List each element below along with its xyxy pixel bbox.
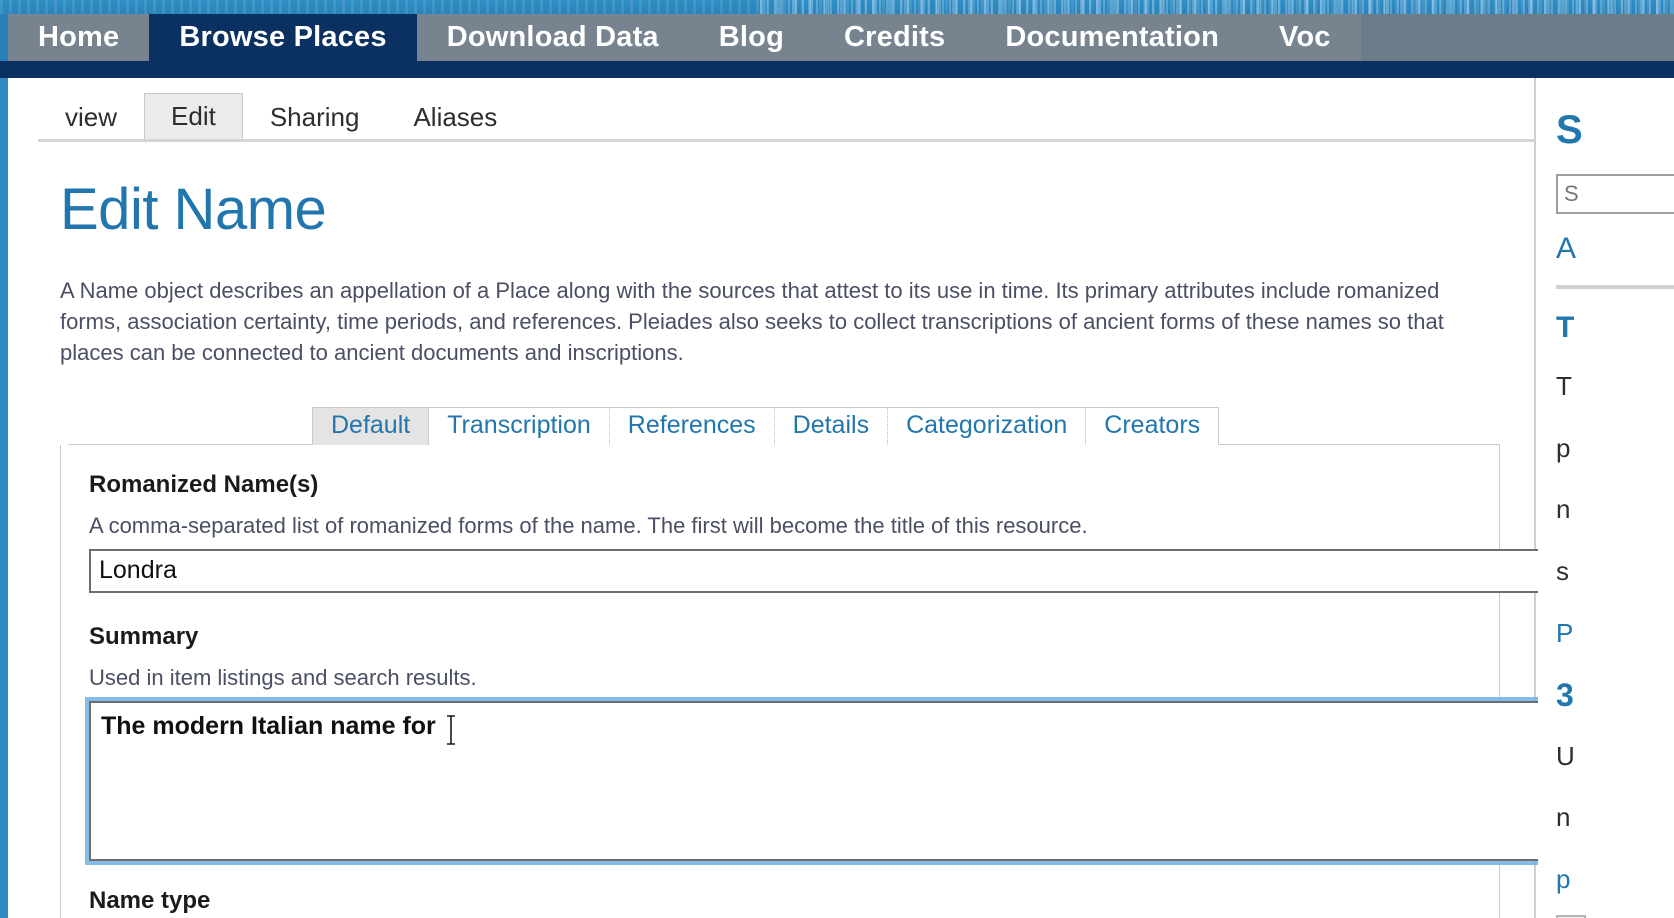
summary-hint: Used in item listings and search results… xyxy=(89,664,477,690)
left-edge-strip xyxy=(0,78,8,918)
nav-item-vocabularies[interactable]: Voc xyxy=(1249,14,1361,61)
tab-sharing[interactable]: Sharing xyxy=(243,94,387,142)
field-summary: Summary Used in item listings and search… xyxy=(89,622,1585,861)
sidebar-paragraph-2-line-2: n xyxy=(1556,802,1571,833)
sidebar-paragraph-1-link[interactable]: P xyxy=(1556,615,1674,653)
sidebar-subheading: T xyxy=(1556,311,1575,344)
nav-bottom-bar xyxy=(0,61,1674,78)
form-tab-details[interactable]: Details xyxy=(775,407,889,445)
page-description: A Name object describes an appellation o… xyxy=(60,277,1444,366)
edit-name-form: Romanized Name(s) A comma-separated list… xyxy=(60,444,1585,918)
form-tabs: Default Transcription References Details… xyxy=(312,406,1220,445)
content-column: view Edit Sharing Aliases Edit Name A Na… xyxy=(8,78,1585,918)
nav-item-blog[interactable]: Blog xyxy=(688,14,814,61)
page-body: view Edit Sharing Aliases Edit Name A Na… xyxy=(0,78,1674,918)
right-sidebar: S A T T p n s P 3 U n p [ d f xyxy=(1538,78,1674,918)
form-tab-transcription[interactable]: Transcription xyxy=(429,407,610,445)
form-tab-categorization[interactable]: Categorization xyxy=(888,407,1087,445)
summary-textarea[interactable]: The modern Italian name for xyxy=(89,700,1585,861)
form-tab-creators[interactable]: Creators xyxy=(1086,408,1218,445)
name-type-label: Name type xyxy=(89,886,211,914)
tab-edit[interactable]: Edit xyxy=(144,93,243,142)
sidebar-paragraph-2-line-1: U xyxy=(1556,740,1575,771)
nav-item-credits[interactable]: Credits xyxy=(814,14,976,61)
sidebar-search-input[interactable] xyxy=(1556,174,1674,214)
sidebar-paragraph-1-line-3: n xyxy=(1556,494,1571,525)
browser-page: Home Browse Places Download Data Blog Cr… xyxy=(0,0,1674,918)
romanized-names-input[interactable] xyxy=(89,548,1581,593)
tab-view[interactable]: view xyxy=(38,94,144,142)
romanized-names-label: Romanized Name(s) xyxy=(89,470,319,498)
field-name-type: Name type xyxy=(89,887,1499,915)
main-inner: Edit Name A Name object describes an app… xyxy=(8,177,1585,918)
summary-label: Summary xyxy=(89,622,199,650)
sidebar-heading: S xyxy=(1556,108,1583,152)
summary-textarea-wrap: The modern Italian name for xyxy=(89,700,1585,861)
content-tabs: view Edit Sharing Aliases xyxy=(38,78,1534,142)
sidebar-rule xyxy=(1556,285,1674,289)
nav-left-pad xyxy=(0,14,8,61)
content-tabs-rule xyxy=(38,139,1534,142)
nav-item-browse-places[interactable]: Browse Places xyxy=(149,14,417,61)
form-tab-references[interactable]: References xyxy=(610,407,775,445)
banner-texture-right xyxy=(760,0,1674,14)
tab-aliases[interactable]: Aliases xyxy=(386,94,524,142)
nav-item-download-data[interactable]: Download Data xyxy=(416,14,689,61)
sidebar-paragraph-1-line-2: p xyxy=(1556,432,1571,463)
page-title: Edit Name xyxy=(60,177,327,242)
romanized-names-hint: A comma-separated list of romanized form… xyxy=(89,512,1088,538)
sidebar-count: 3 xyxy=(1556,677,1574,714)
sidebar-paragraph-1-line-1: T xyxy=(1556,371,1572,401)
sidebar-paragraph-2-link[interactable]: p xyxy=(1556,861,1674,899)
site-banner: Home Browse Places Download Data Blog Cr… xyxy=(0,0,1674,78)
sidebar-paragraph-1-line-4: s xyxy=(1556,556,1569,587)
nav-item-home[interactable]: Home xyxy=(8,14,150,61)
sidebar-link-a[interactable]: A xyxy=(1556,232,1674,265)
main-navigation: Home Browse Places Download Data Blog Cr… xyxy=(0,14,1674,61)
field-romanized-names: Romanized Name(s) A comma-separated list… xyxy=(89,470,1581,593)
form-tab-default[interactable]: Default xyxy=(313,407,430,445)
nav-item-documentation[interactable]: Documentation xyxy=(975,14,1249,61)
form-tabs-wrap: Default Transcription References Details… xyxy=(60,406,1500,445)
